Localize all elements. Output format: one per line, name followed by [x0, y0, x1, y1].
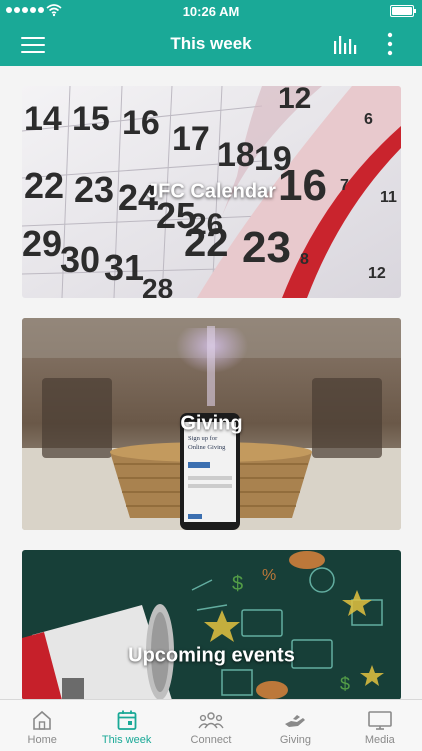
tab-label: Giving	[279, 734, 312, 746]
calendar-number: 17	[172, 120, 210, 158]
tab-label: Home	[27, 734, 57, 746]
calendar-number: 22	[184, 221, 229, 265]
status-time: 10:26 AM	[182, 4, 240, 19]
megaphone-image: $ $ %	[22, 550, 401, 700]
calendar-number: 18	[217, 136, 255, 174]
status-bar: 10:26 AM	[0, 0, 422, 22]
monitor-icon	[368, 711, 392, 730]
phone-screen-text-1: Sign up for	[188, 435, 218, 442]
calendar-number: 15	[72, 100, 110, 138]
tab-label: Connect	[190, 734, 232, 746]
calendar-number: 31	[104, 247, 144, 288]
card-label: Giving	[180, 412, 243, 435]
giving-hand-icon	[285, 715, 306, 727]
tab-giving[interactable]: Giving	[253, 700, 337, 751]
calendar-number: 6	[364, 111, 373, 128]
svg-text:$: $	[340, 674, 350, 694]
more-options-icon[interactable]	[385, 32, 395, 56]
svg-text:%: %	[262, 567, 276, 584]
tab-home[interactable]: Home	[0, 700, 84, 751]
calendar-icon	[117, 710, 137, 730]
people-icon	[198, 712, 224, 729]
calendar-number: 29	[22, 223, 62, 264]
card-giving[interactable]: Sign up for Online Giving Giving	[22, 318, 401, 530]
card-label: Upcoming events	[128, 644, 295, 667]
tab-media[interactable]: Media	[338, 700, 422, 751]
card-upcoming-events[interactable]: $ $ % Upcoming events	[22, 550, 401, 700]
tab-label: Media	[364, 734, 395, 746]
card-label: JFC Calendar	[147, 180, 276, 203]
phone-screen-text-2: Online Giving	[188, 444, 226, 451]
top-nav-bar: This week	[0, 22, 422, 66]
home-icon	[33, 710, 52, 730]
battery-icon	[390, 5, 416, 17]
calendar-number: 12	[368, 265, 386, 282]
svg-text:$: $	[232, 573, 243, 595]
calendar-number: 23	[242, 223, 291, 272]
calendar-number: 28	[142, 273, 173, 298]
calendar-number: 12	[278, 86, 311, 115]
bottom-tab-bar: Home This week Connect Giving Media	[0, 699, 422, 751]
tab-label: This week	[101, 734, 152, 746]
page-title: This week	[170, 34, 252, 53]
bar-chart-icon[interactable]	[333, 33, 357, 55]
tab-this-week[interactable]: This week	[84, 700, 168, 751]
calendar-number: 8	[300, 251, 309, 268]
card-jfc-calendar[interactable]: 14 15 16 17 18 19 22 23 24 25 26 29 30 3…	[22, 86, 401, 298]
calendar-number: 16	[122, 104, 160, 142]
calendar-number: 14	[24, 100, 62, 138]
calendar-number: 30	[60, 239, 100, 280]
tab-connect[interactable]: Connect	[169, 700, 253, 751]
